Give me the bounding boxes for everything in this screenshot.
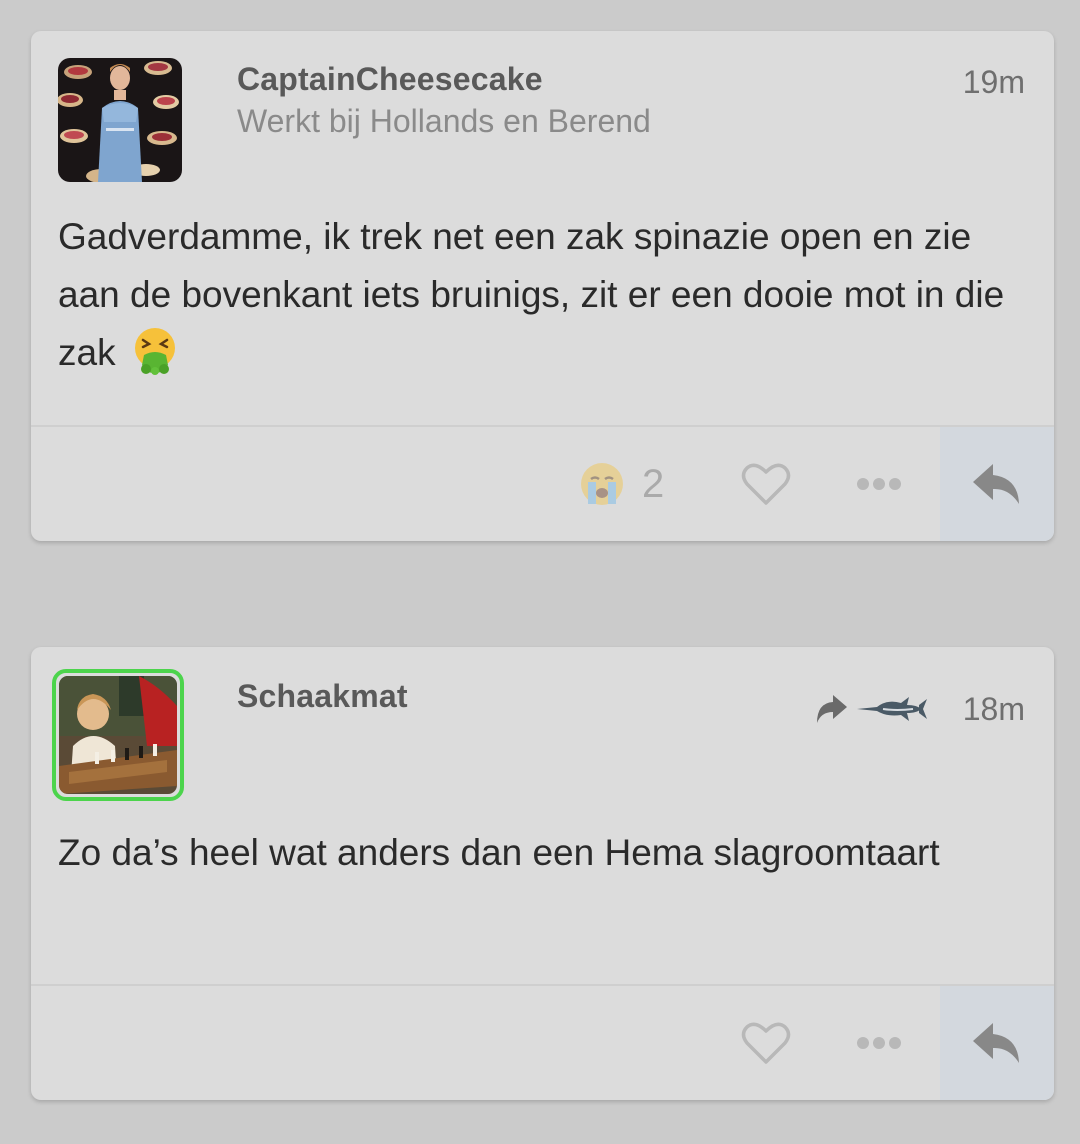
- avatar-image: [59, 676, 177, 794]
- user-subtitle: Werkt bij Hollands en Berend: [237, 103, 651, 139]
- avatar[interactable]: [52, 669, 184, 801]
- post-actions: 2: [31, 425, 1054, 541]
- heart-icon: [741, 463, 791, 505]
- reply-arrow-icon: [973, 464, 1019, 504]
- more-dots-icon: [857, 1037, 901, 1049]
- reply-button[interactable]: [940, 427, 1054, 541]
- more-options-button[interactable]: [849, 986, 909, 1100]
- reply-button[interactable]: [940, 986, 1054, 1100]
- post-text-content: Gadverdamme, ik trek net een zak spinazi…: [58, 216, 1005, 373]
- post-text: Zo da’s heel wat anders dan een Hema sla…: [58, 832, 940, 873]
- timestamp: 18m: [962, 691, 1025, 727]
- repost-info[interactable]: [813, 685, 928, 735]
- crying-face-emoji: [581, 463, 623, 505]
- post-actions: [31, 984, 1054, 1100]
- avatar-image-frame: [59, 676, 177, 794]
- reply-arrow-icon: [973, 1023, 1019, 1063]
- like-button[interactable]: [736, 986, 796, 1100]
- swordfish-icon: [857, 697, 927, 721]
- reaction-count: 2: [642, 461, 665, 506]
- timestamp: 19m: [962, 64, 1025, 100]
- feed: CaptainCheesecake Werkt bij Hollands en …: [0, 0, 1080, 1144]
- username[interactable]: Schaakmat: [237, 678, 408, 715]
- repost-arrow-icon: [817, 695, 847, 723]
- post-card[interactable]: CaptainCheesecake Werkt bij Hollands en …: [31, 31, 1054, 541]
- avatar-image: [58, 58, 182, 182]
- reaction-summary[interactable]: 2: [578, 427, 688, 541]
- vomiting-face-emoji: [134, 328, 175, 375]
- username[interactable]: CaptainCheesecake: [237, 61, 543, 98]
- heart-icon: [741, 1022, 791, 1064]
- more-options-button[interactable]: [849, 427, 909, 541]
- avatar[interactable]: [58, 58, 182, 182]
- post-text: Gadverdamme, ik trek net een zak spinazi…: [58, 208, 1014, 382]
- more-dots-icon: [857, 478, 901, 490]
- post-card[interactable]: Schaakmat 18m Zo da’s heel wat anders da…: [31, 647, 1054, 1100]
- repost-meta-icons: [817, 695, 927, 723]
- like-button[interactable]: [736, 427, 796, 541]
